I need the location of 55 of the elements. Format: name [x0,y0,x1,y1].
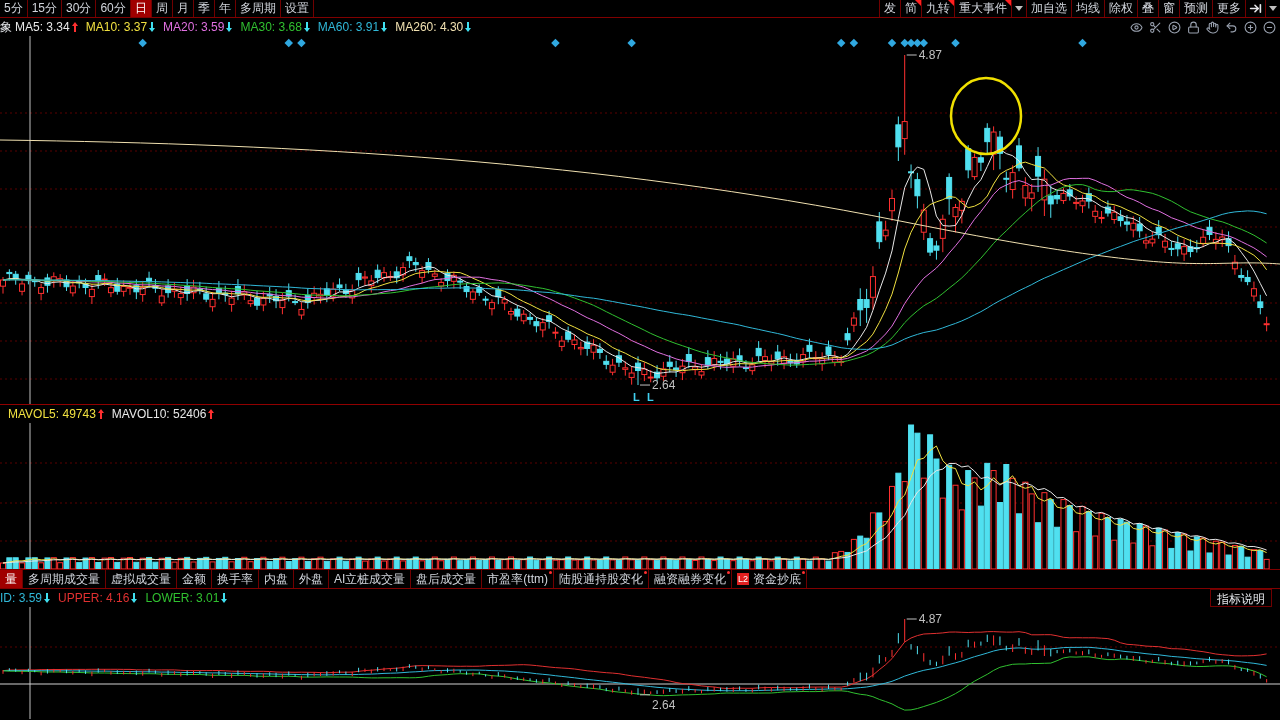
indicator-tab[interactable]: L2 资金抄底 [732,570,807,588]
legend-value: MAVOL5: 49743 [8,406,96,423]
period-tab[interactable]: 周 [151,0,173,17]
indicator-tab[interactable]: 陆股通持股变化 [554,570,649,588]
low-marker: L [647,391,654,403]
price-label: 2.64 [639,694,676,712]
period-tab[interactable]: 设置 [280,0,314,17]
indicator-tab[interactable]: 虚拟成交量 [106,570,177,588]
legend-value: MA10: 3.37 [85,19,148,36]
toolbar-button[interactable]: 重大事件 [954,0,1011,17]
toolbar-button[interactable]: 加自选 [1026,0,1071,17]
price-label: 4.87 [904,48,943,62]
toolbar-button[interactable]: 均线 [1071,0,1104,17]
price-label: 4.87 [906,612,943,626]
legend-value: MA260: 4.30 [395,19,464,36]
period-tab[interactable]: 15分 [27,0,63,17]
indicator-tab[interactable]: 换手率 [212,570,259,588]
legend-value: MA30: 3.68 [240,19,302,36]
indicator-tab[interactable]: 内盘 [259,570,294,588]
indicator-help-button[interactable]: 指标说明 [1210,589,1272,607]
toolbar-button[interactable]: 预测 [1179,0,1212,17]
period-tab[interactable]: 多周期 [235,0,281,17]
indicator-tab[interactable]: 量 [0,570,23,588]
indicator-tab[interactable]: 多周期成交量 [23,570,106,588]
period-tab[interactable]: 年 [214,0,236,17]
toolbar-button[interactable]: 更多 [1212,0,1245,17]
period-tab[interactable]: 季 [193,0,215,17]
toolbar-button[interactable]: 简 [900,0,921,17]
indicator-tab[interactable]: 融资融券变化 [649,570,732,588]
toolbar-button[interactable]: 九转 [921,0,954,17]
legend-value: ID: 3.59 [0,590,43,607]
level2-badge: L2 [737,573,749,585]
indicator-tab[interactable]: 金额 [177,570,212,588]
legend-prefix: 象 [0,19,12,36]
indicator-tab[interactable]: 盘后成交量 [411,570,483,588]
toolbar-button[interactable]: 叠 [1137,0,1158,17]
legend-value: MA20: 3.59 [163,19,225,36]
period-tab[interactable]: 30分 [62,0,97,17]
legend-value: LOWER: 3.01 [145,590,220,607]
period-tab[interactable]: 月 [172,0,194,17]
legend-value: MA60: 3.91 [317,19,380,36]
period-tab[interactable]: 60分 [96,0,131,17]
legend-value: MAVOL10: 52406 [111,406,207,423]
period-tab[interactable]: 5分 [0,0,28,17]
price-label: 2.64 [637,378,676,393]
indicator-tab[interactable]: 外盘 [294,570,329,588]
indicator-tab[interactable]: AI立桩成交量 [329,570,412,588]
legend-value: UPPER: 4.16 [58,590,130,607]
legend-value: MA5: 3.34 [15,19,70,36]
period-tab[interactable]: 日 [130,0,152,17]
toolbar-button[interactable]: 除权 [1104,0,1137,17]
toolbar-button[interactable]: 发 [879,0,900,17]
indicator-tab[interactable]: 市盈率(ttm) [482,570,554,588]
toolbar-button[interactable]: 窗 [1158,0,1179,17]
low-marker: L [633,391,640,403]
